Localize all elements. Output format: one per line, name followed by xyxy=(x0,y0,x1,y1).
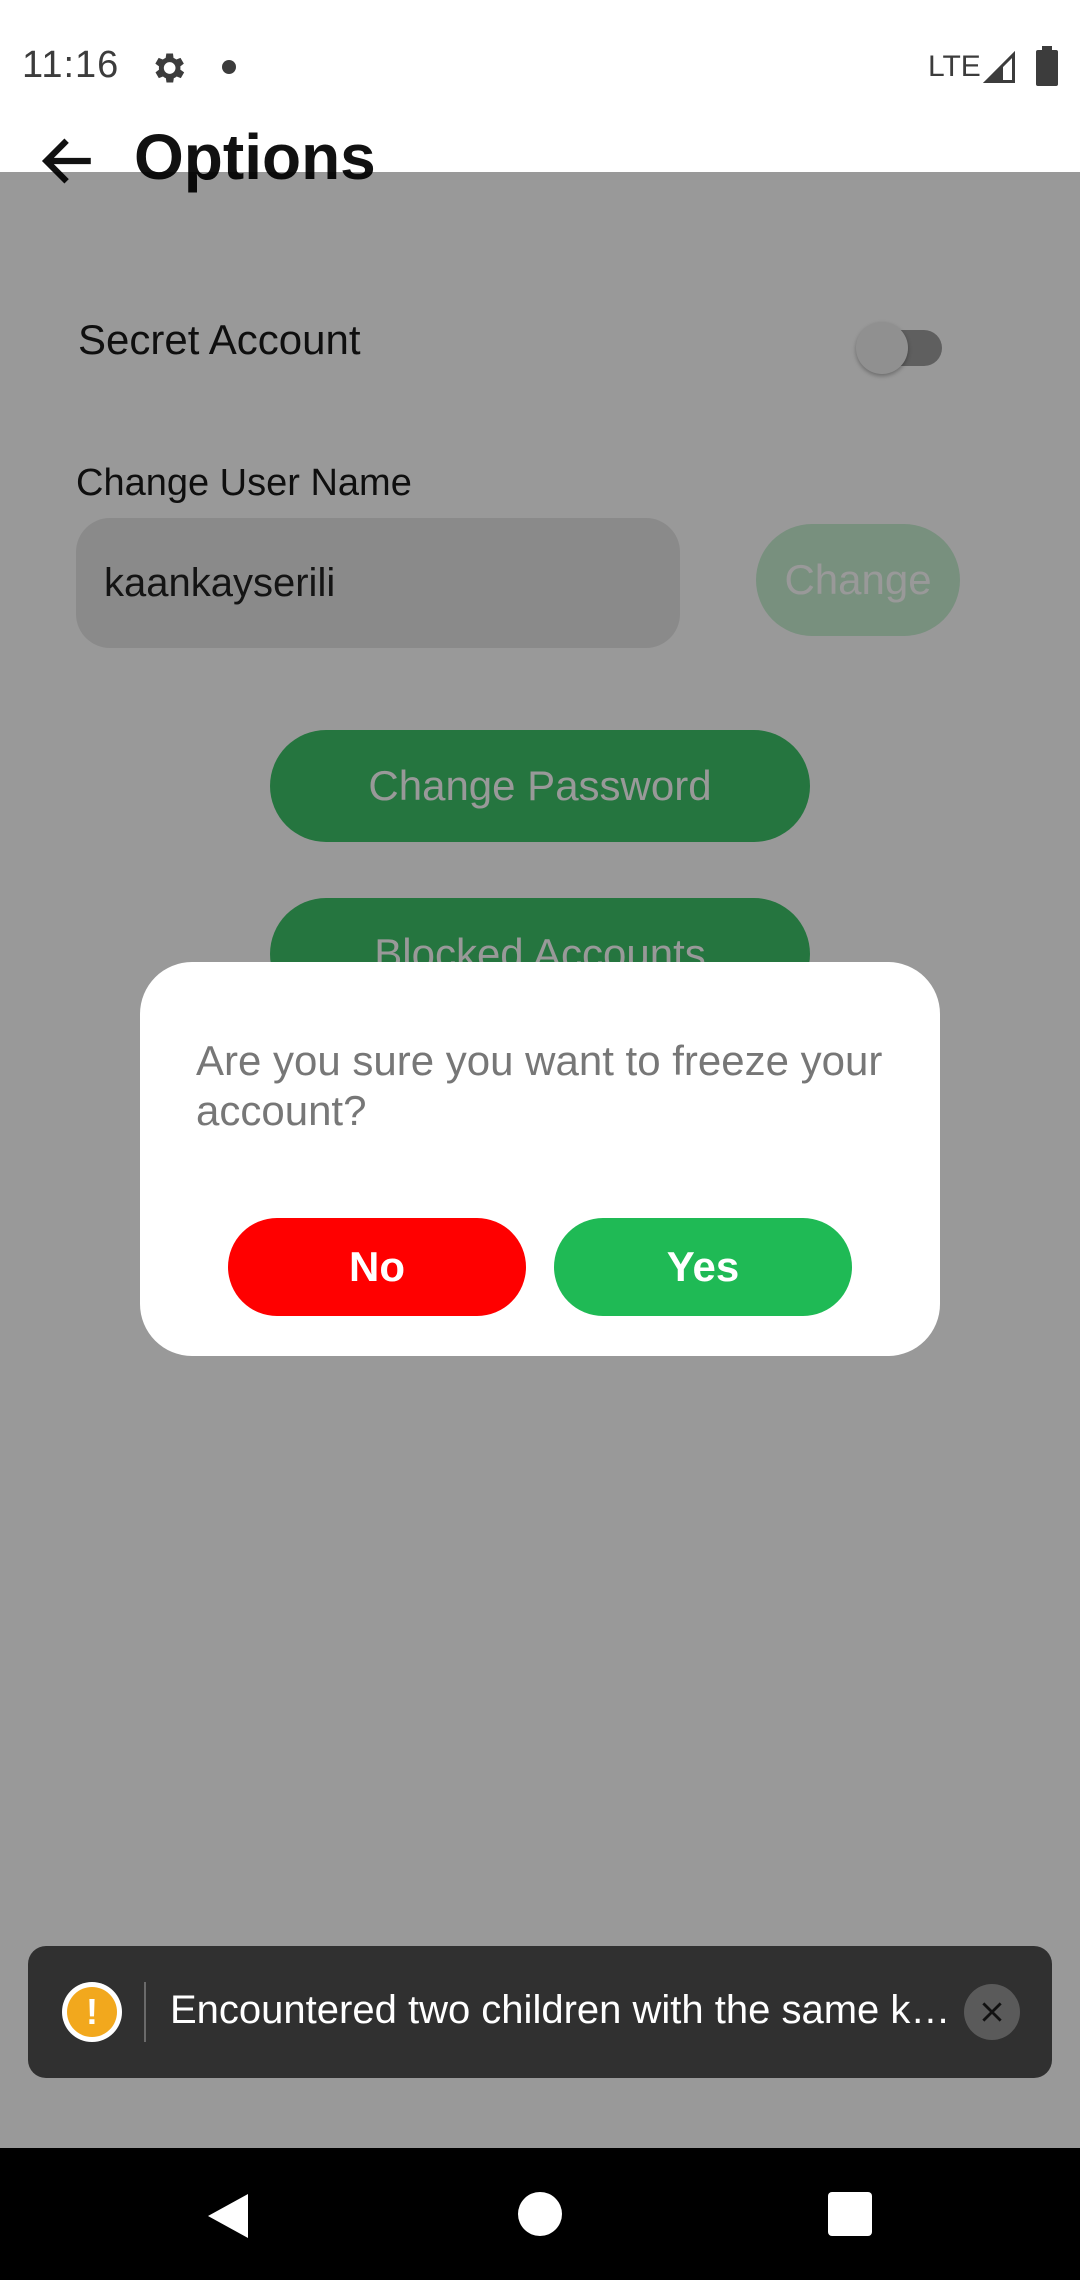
close-icon[interactable] xyxy=(964,1984,1020,2040)
nav-back-icon[interactable] xyxy=(204,2190,252,2242)
no-button[interactable]: No xyxy=(228,1218,526,1316)
error-toast[interactable]: ! Encountered two children with the same… xyxy=(28,1946,1052,2078)
options-screen: 11:16 LTE Secret Account Change User Nam… xyxy=(0,0,1080,2280)
nav-recents-icon[interactable] xyxy=(828,2192,872,2236)
toast-message: Encountered two children with the same k… xyxy=(170,1988,970,2032)
yes-button[interactable]: Yes xyxy=(554,1218,852,1316)
nav-home-icon[interactable] xyxy=(518,2192,562,2236)
dialog-message: Are you sure you want to freeze your acc… xyxy=(196,1037,883,1134)
battery-icon xyxy=(1036,46,1058,86)
warning-icon: ! xyxy=(62,1982,122,2042)
notification-dot-icon xyxy=(222,60,236,74)
system-nav-bar xyxy=(0,2148,1080,2280)
network-type: LTE xyxy=(928,50,981,83)
status-time: 11:16 xyxy=(22,44,120,86)
warning-symbol: ! xyxy=(67,1987,117,2037)
signal-icon xyxy=(982,50,1015,83)
freeze-account-dialog: Are you sure you want to freeze your acc… xyxy=(140,962,940,1356)
gear-icon xyxy=(155,53,185,83)
app-header: Options xyxy=(0,100,1080,193)
close-x-glyph xyxy=(982,2002,1002,2022)
toast-divider xyxy=(144,1982,146,2042)
